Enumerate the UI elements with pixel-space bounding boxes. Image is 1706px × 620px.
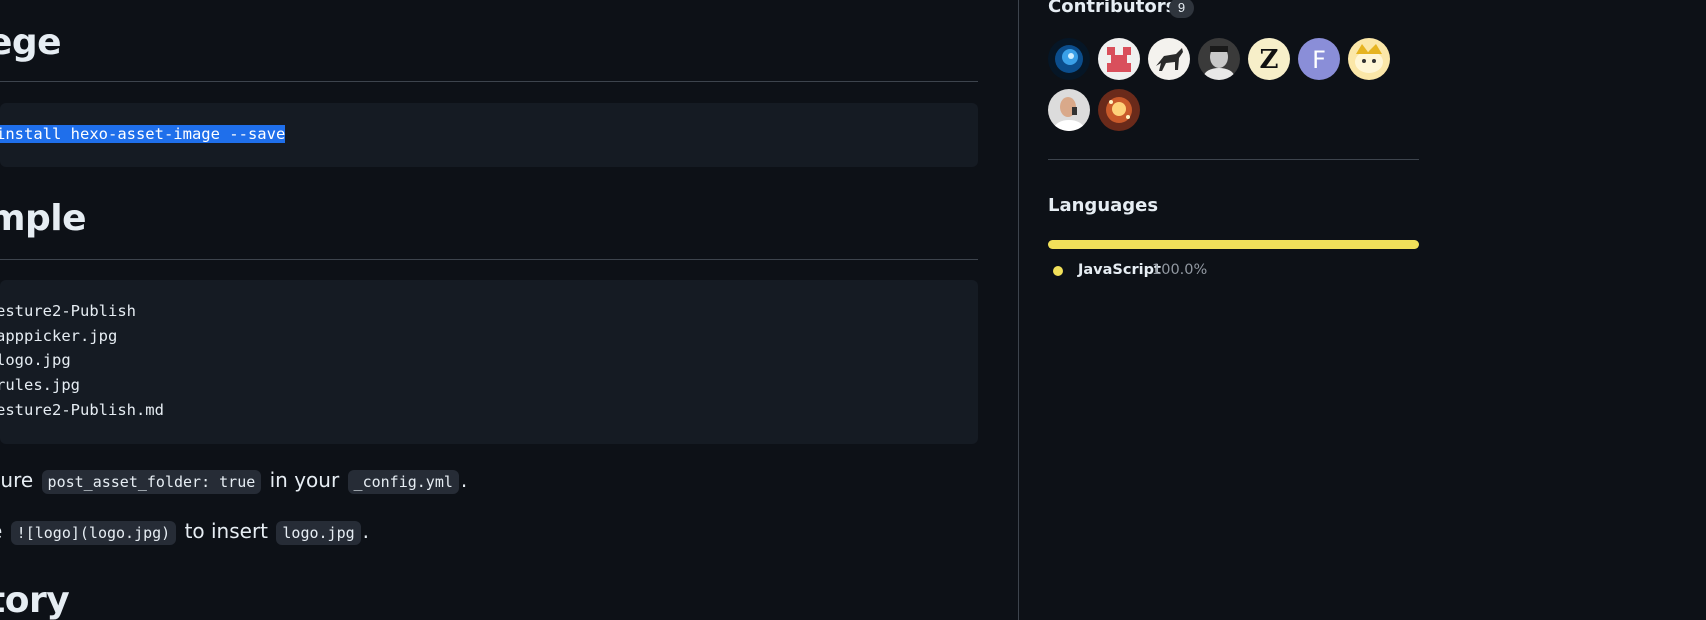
language-name[interactable]: JavaScript — [1078, 262, 1161, 278]
heading-example: mple — [0, 198, 87, 239]
contributor-avatar-horse[interactable] — [1148, 38, 1190, 80]
install-code-block[interactable]: install hexo-asset-image --save — [0, 103, 978, 167]
svg-text:F: F — [1312, 46, 1326, 74]
language-progress-bar — [1048, 240, 1419, 249]
tree-line: logo.jpg — [0, 351, 71, 369]
inline-code: logo.jpg — [276, 521, 361, 545]
tree-line: esture2-Publish.md — [0, 401, 164, 419]
contributor-avatar-letter-f[interactable]: F — [1298, 38, 1340, 80]
contributor-avatar-cartoon[interactable] — [1348, 38, 1390, 80]
contributor-avatar-red-pixel[interactable] — [1098, 38, 1140, 80]
sidebar-divider — [1048, 159, 1419, 160]
layout-divider — [1018, 0, 1019, 620]
paragraph-config: sure post_asset_folder: true in your _co… — [0, 468, 468, 494]
heading-history: tory — [0, 580, 70, 620]
paragraph-text: sure — [0, 468, 34, 492]
contributor-avatar-galaxy[interactable] — [1048, 38, 1090, 80]
inline-code: _config.yml — [347, 470, 459, 494]
language-percent: 100.0% — [1152, 262, 1208, 278]
tree-line: esture2-Publish — [0, 302, 136, 320]
language-color-dot — [1053, 266, 1063, 276]
paragraph-text: e — [0, 519, 2, 543]
heading-install: ege — [0, 22, 62, 63]
paragraph-text: to insert — [184, 519, 269, 543]
paragraph-usage: e ![logo](logo.jpg) to insert logo.jpg. — [0, 519, 369, 545]
contributor-avatar-photo[interactable] — [1048, 89, 1090, 131]
languages-title: Languages — [1048, 195, 1159, 216]
paragraph-text: . — [362, 519, 369, 543]
paragraph-text: . — [460, 468, 468, 492]
contributors-count-badge: 9 — [1169, 0, 1194, 18]
contributor-avatar-sparkle[interactable] — [1098, 89, 1140, 131]
tree-line: rules.jpg — [0, 376, 80, 394]
inline-code: ![logo](logo.jpg) — [10, 521, 177, 545]
tree-line: apppicker.jpg — [0, 327, 118, 345]
heading-rule — [0, 81, 978, 82]
paragraph-text: in your — [269, 468, 340, 492]
readme-content: ege install hexo-asset-image --save mple… — [0, 0, 978, 620]
heading-rule — [0, 259, 978, 260]
contributors-title[interactable]: Contributors — [1048, 0, 1176, 17]
install-command[interactable]: install hexo-asset-image --save — [0, 125, 286, 143]
contributor-avatar-portrait[interactable] — [1198, 38, 1240, 80]
tree-code-block[interactable]: esture2-Publish apppicker.jpg logo.jpg r… — [0, 280, 978, 444]
svg-text:Z: Z — [1260, 45, 1279, 75]
contributor-avatar-letter-z[interactable]: Z — [1248, 38, 1290, 80]
inline-code: post_asset_folder: true — [41, 470, 262, 494]
